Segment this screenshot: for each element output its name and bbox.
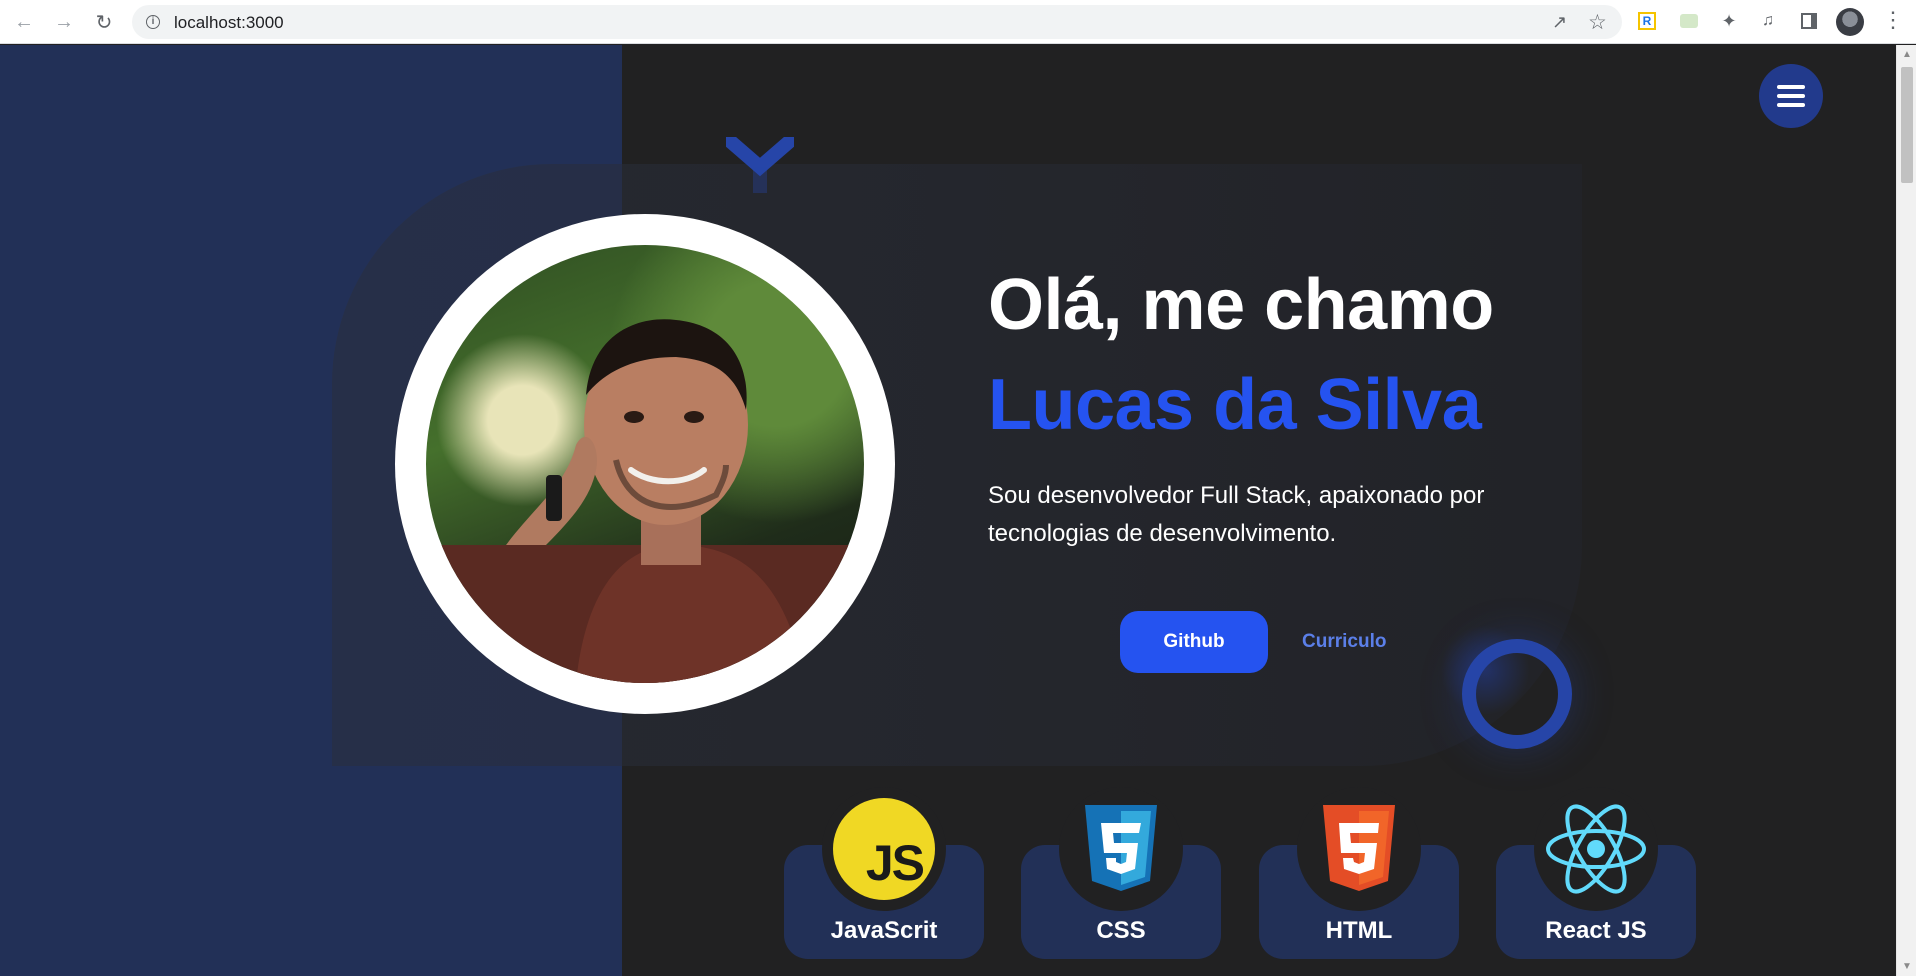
github-button[interactable]: Github <box>1120 611 1268 673</box>
forward-arrow-icon[interactable]: → <box>52 10 76 34</box>
scroll-thumb[interactable] <box>1901 67 1913 183</box>
skill-label-react: React JS <box>1545 917 1647 944</box>
css3-icon <box>1085 805 1157 891</box>
css3-icon-wrap <box>1059 787 1183 911</box>
react-icon <box>1546 804 1646 894</box>
extension-icon[interactable] <box>1678 10 1700 32</box>
address-bar[interactable]: i localhost:3000 ↗ ☆ <box>132 5 1622 39</box>
curriculo-link[interactable]: Curriculo <box>1302 611 1386 673</box>
back-arrow-icon[interactable]: ← <box>12 10 36 34</box>
x-decoration-icon <box>726 137 794 193</box>
javascript-icon: JS <box>833 798 935 900</box>
share-icon[interactable]: ↗ <box>1552 12 1572 32</box>
skill-label-css: CSS <box>1096 917 1146 944</box>
bookmark-star-icon[interactable]: ☆ <box>1588 10 1610 34</box>
html5-icon <box>1323 805 1395 891</box>
extensions-puzzle-icon[interactable]: ✦ <box>1718 10 1740 32</box>
site-info-icon[interactable]: i <box>146 15 160 29</box>
js-logo-text: JS <box>865 835 925 891</box>
profile-photo <box>426 245 864 683</box>
profile-photo-frame <box>395 214 895 714</box>
ring-decoration <box>1462 639 1572 749</box>
skill-label-html: HTML <box>1325 917 1393 944</box>
scroll-up-arrow-icon[interactable]: ▲ <box>1902 49 1912 60</box>
menu-bar <box>1777 85 1805 89</box>
person-portrait-icon <box>426 319 864 683</box>
menu-bar <box>1777 94 1805 98</box>
html5-icon-wrap <box>1297 787 1421 911</box>
menu-bar <box>1777 103 1805 107</box>
media-control-icon[interactable]: ♫ <box>1757 10 1779 32</box>
skill-label-javascript: JavaScrit <box>830 917 938 944</box>
vertical-scrollbar[interactable]: ▲ ▼ <box>1896 45 1916 976</box>
more-menu-icon[interactable]: ⋮ <box>1882 9 1904 35</box>
page: Olá, me chamo Lucas da Silva Sou desenvo… <box>0 45 1896 976</box>
url-text[interactable]: localhost:3000 <box>174 13 284 33</box>
react-icon-wrap <box>1534 787 1658 911</box>
javascript-icon-wrap: JS <box>822 787 946 911</box>
bio-text: Sou desenvolvedor Full Stack, apaixonado… <box>988 482 1485 547</box>
hamburger-menu-button[interactable] <box>1759 64 1823 128</box>
scroll-down-arrow-icon[interactable]: ▼ <box>1902 961 1912 972</box>
reload-icon[interactable]: ↻ <box>92 10 116 34</box>
profile-avatar[interactable] <box>1836 8 1864 36</box>
greeting-heading: Olá, me chamo <box>988 265 1494 345</box>
name-heading: Lucas da Silva <box>988 365 1482 445</box>
browser-toolbar: ← → ↻ i localhost:3000 ↗ ☆ R ✦ ♫ ⋮ <box>0 0 1916 44</box>
side-panel-icon[interactable] <box>1798 10 1820 32</box>
hero-text: Olá, me chamo Lucas da Silva Sou desenvo… <box>988 263 1548 553</box>
extension-r-icon[interactable]: R <box>1636 10 1658 32</box>
